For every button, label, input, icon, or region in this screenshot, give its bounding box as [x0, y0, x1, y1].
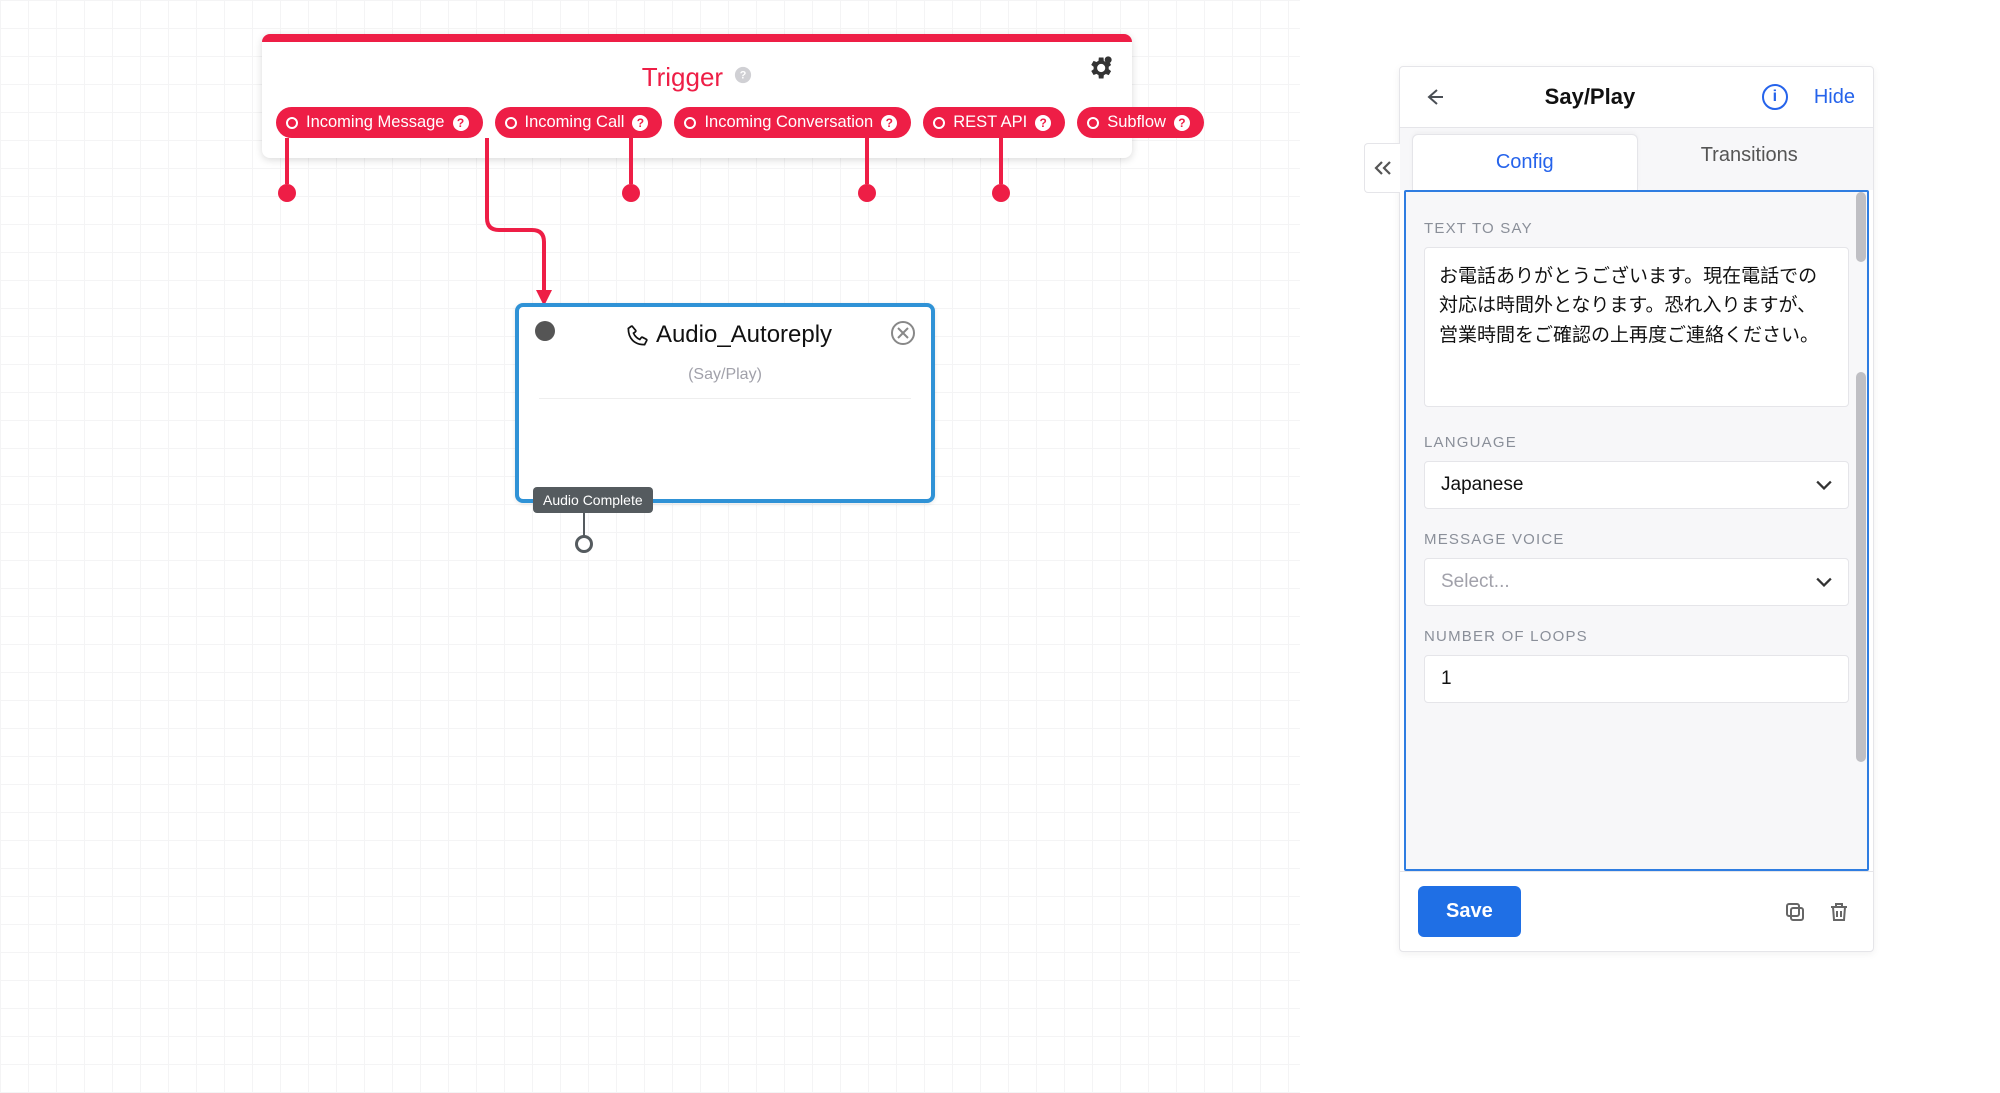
say-play-node[interactable]: Audio_Autoreply (Say/Play) Audio Complet… — [515, 303, 935, 503]
outlet-dot-icon — [1087, 117, 1099, 129]
pill-label: Subflow — [1107, 113, 1166, 132]
outlet-dot-icon — [933, 117, 945, 129]
pill-label: REST API — [953, 113, 1027, 132]
label-number-of-loops: NUMBER OF LOOPS — [1424, 628, 1849, 645]
text-to-say-input[interactable] — [1424, 247, 1849, 407]
help-icon[interactable]: ? — [1174, 115, 1190, 131]
trigger-title: Trigger — [642, 62, 723, 92]
node-subtype: (Say/Play) — [539, 358, 911, 399]
flow-canvas[interactable]: Trigger ? Incoming Message ? Incoming Ca… — [0, 0, 1300, 1093]
panel-collapse-icon[interactable] — [1364, 143, 1400, 193]
outlet-dot-icon — [684, 117, 696, 129]
hide-button[interactable]: Hide — [1814, 86, 1855, 109]
copy-icon[interactable] — [1779, 896, 1811, 928]
pill-label: Incoming Message — [306, 113, 445, 132]
config-scroll-area[interactable]: TEXT TO SAY LANGUAGE Japanese MESSAGE VO… — [1404, 190, 1869, 871]
node-inlet-dot[interactable] — [535, 321, 555, 341]
scrollbar-thumb[interactable] — [1856, 192, 1866, 262]
outlet-dot-icon — [505, 117, 517, 129]
trigger-event-subflow[interactable]: Subflow ? — [1077, 107, 1204, 138]
help-icon[interactable]: ? — [453, 115, 469, 131]
node-title: Audio_Autoreply — [624, 321, 832, 349]
pill-label: Incoming Conversation — [704, 113, 873, 132]
panel-header: Say/Play i Hide — [1400, 67, 1873, 127]
phone-icon — [624, 323, 648, 347]
language-value: Japanese — [1441, 474, 1523, 496]
info-icon[interactable]: i — [1762, 84, 1788, 110]
node-outlet-audio-complete[interactable]: Audio Complete — [533, 487, 653, 513]
close-icon[interactable] — [891, 321, 915, 345]
scrollbar-thumb[interactable] — [1856, 372, 1866, 762]
panel-title: Say/Play — [1430, 84, 1750, 110]
message-voice-select[interactable]: Select... — [1424, 558, 1849, 606]
chevron-down-icon — [1816, 571, 1832, 593]
trash-icon[interactable] — [1823, 896, 1855, 928]
panel-tabs: Config Transitions — [1400, 127, 1873, 190]
node-outlet-endpoint[interactable] — [575, 535, 593, 553]
language-select[interactable]: Japanese — [1424, 461, 1849, 509]
trigger-event-rest-api[interactable]: REST API ? — [923, 107, 1065, 138]
trigger-event-incoming-message[interactable]: Incoming Message ? — [276, 107, 483, 138]
help-icon[interactable]: ? — [881, 115, 897, 131]
number-of-loops-input[interactable] — [1424, 655, 1849, 703]
help-icon[interactable]: ? — [632, 115, 648, 131]
help-icon[interactable]: ? — [1035, 115, 1051, 131]
tab-transitions[interactable]: Transitions — [1638, 128, 1862, 190]
save-button[interactable]: Save — [1418, 886, 1521, 937]
voice-placeholder: Select... — [1441, 571, 1510, 593]
trigger-header: Trigger ? — [262, 42, 1132, 107]
svg-text:?: ? — [740, 70, 747, 82]
label-text-to-say: TEXT TO SAY — [1424, 220, 1849, 237]
trigger-event-incoming-call[interactable]: Incoming Call ? — [495, 107, 663, 138]
flow-connector[interactable] — [478, 138, 578, 318]
label-message-voice: MESSAGE VOICE — [1424, 531, 1849, 548]
tab-config[interactable]: Config — [1412, 134, 1638, 190]
help-icon[interactable]: ? — [734, 60, 752, 78]
chevron-down-icon — [1816, 474, 1832, 496]
label-language: LANGUAGE — [1424, 434, 1849, 451]
trigger-event-incoming-conversation[interactable]: Incoming Conversation ? — [674, 107, 911, 138]
config-panel: Say/Play i Hide Config Transitions TEXT … — [1399, 66, 1874, 952]
gear-icon[interactable] — [1086, 54, 1114, 82]
pill-label: Incoming Call — [525, 113, 625, 132]
panel-footer: Save — [1400, 871, 1873, 951]
outlet-dot-icon — [286, 117, 298, 129]
